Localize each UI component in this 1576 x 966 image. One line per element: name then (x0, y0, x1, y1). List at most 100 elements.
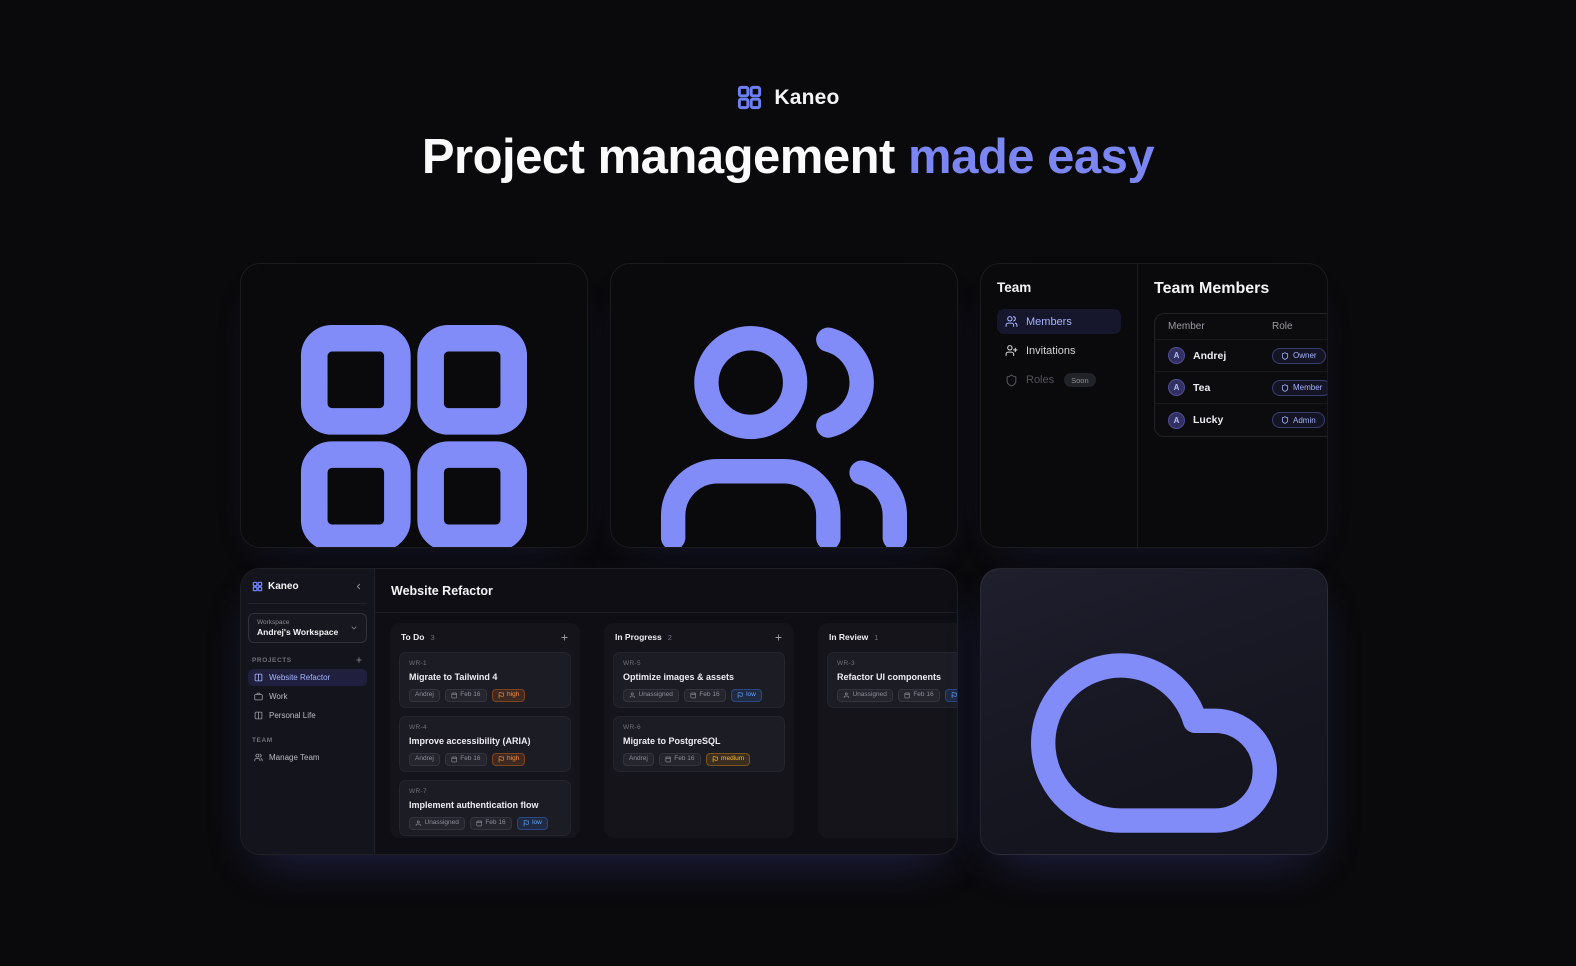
column-name: In Progress (615, 632, 662, 642)
card-kanban-app: Kaneo Workspace Andrej's Workspace PROJE… (240, 568, 958, 855)
task-title: Improve accessibility (ARIA) (409, 736, 561, 746)
team-nav-members[interactable]: Members (997, 309, 1121, 334)
calendar-icon (451, 692, 458, 699)
shield-icon (1281, 384, 1289, 392)
page-title-accent: made easy (908, 130, 1154, 184)
column-header: To Do 3 (399, 632, 571, 642)
role-badge: Member (1272, 380, 1328, 396)
add-task-button[interactable] (560, 633, 569, 642)
cloud-icon (1021, 610, 1287, 855)
sidebar-item-website-refactor[interactable]: Website Refactor (248, 669, 367, 686)
priority-chip: high (492, 753, 526, 766)
team-sidebar-title: Team (997, 280, 1121, 295)
task-id: WR-6 (623, 724, 775, 731)
kaneo-logo-icon (252, 581, 263, 592)
task-title: Implement authentication flow (409, 800, 561, 810)
task-id: WR-5 (623, 660, 775, 667)
add-project-button[interactable] (355, 656, 363, 664)
column-in-progress: In Progress 2 WR-5 Optimize images & ass… (604, 623, 794, 838)
task-card[interactable]: WR-7 Implement authentication flow Unass… (399, 780, 571, 836)
member-name: Lucky (1193, 414, 1223, 426)
shield-icon (1281, 416, 1289, 424)
team-nav-roles: Roles Soon (997, 367, 1121, 393)
column-name: To Do (401, 632, 424, 642)
kanban-brand-row: Kaneo (248, 569, 367, 604)
priority-chip: low (517, 817, 548, 830)
flag-icon (498, 756, 505, 763)
column-header-role: Role (1272, 321, 1328, 332)
flag-icon (712, 756, 719, 763)
assignee-chip: Unassigned (837, 689, 893, 702)
soon-badge: Soon (1064, 373, 1096, 387)
task-title: Optimize images & assets (623, 672, 775, 682)
user-icon (843, 692, 850, 699)
user-icon (629, 692, 636, 699)
calendar-icon (904, 692, 911, 699)
project-label: Website Refactor (269, 673, 330, 682)
column-name: In Review (829, 632, 868, 642)
assignee-chip: Unassigned (409, 817, 465, 830)
priority-chip: high (492, 689, 526, 702)
sidebar-item-work[interactable]: Work (248, 688, 367, 705)
flag-icon (737, 692, 744, 699)
board-icon (254, 673, 263, 682)
task-card[interactable]: WR-4 Improve accessibility (ARIA) Andrej… (399, 716, 571, 772)
kanban-brand-name: Kaneo (268, 581, 349, 592)
team-nav-label: Roles (1026, 374, 1054, 386)
task-card[interactable]: WR-5 Optimize images & assets Unassigned… (613, 652, 785, 708)
due-date-chip: Feb 16 (684, 689, 726, 702)
task-id: WR-7 (409, 788, 561, 795)
team-members-table: Member Role A Andrej Owner (1154, 313, 1328, 437)
page-title-main: Project management (422, 130, 895, 184)
add-task-button[interactable] (774, 633, 783, 642)
sidebar-item-personal-life[interactable]: Personal Life (248, 707, 367, 724)
task-id: WR-3 (837, 660, 957, 667)
briefcase-icon (254, 692, 263, 701)
role-badge: Owner (1272, 348, 1326, 364)
role-badge: Admin (1272, 412, 1325, 428)
assignee-chip: Andrej (409, 689, 440, 702)
avatar: A (1168, 412, 1185, 429)
feature-grid: Visual Task Management Organize tasks wi… (240, 263, 1328, 855)
table-row: A Tea Member (1155, 372, 1328, 404)
team-nav-invitations[interactable]: Invitations (997, 338, 1121, 363)
task-card[interactable]: WR-6 Migrate to PostgreSQL Andrej Feb 16… (613, 716, 785, 772)
task-card[interactable]: WR-3 Refactor UI components Unassigned F… (827, 652, 957, 708)
workspace-selector[interactable]: Workspace Andrej's Workspace (248, 613, 367, 643)
page-title: Project management made easy (0, 129, 1576, 185)
task-card[interactable]: WR-1 Migrate to Tailwind 4 Andrej Feb 16… (399, 652, 571, 708)
users-icon (1005, 315, 1018, 328)
due-date-chip: Feb 16 (470, 817, 512, 830)
due-date-chip: Feb 16 (445, 689, 487, 702)
brand-row: Kaneo (0, 84, 1576, 111)
column-count: 3 (430, 633, 560, 642)
team-sidebar: Team Members Invitations Roles Soon (981, 264, 1138, 547)
team-nav-label: Members (1026, 316, 1072, 328)
priority-chip: low (945, 689, 957, 702)
task-title: Migrate to Tailwind 4 (409, 672, 561, 682)
flag-icon (523, 820, 530, 827)
table-row: A Lucky Admin (1155, 404, 1328, 436)
users-icon (651, 305, 917, 548)
assignee-chip: Unassigned (623, 689, 679, 702)
task-title: Migrate to PostgreSQL (623, 736, 775, 746)
flag-icon (951, 692, 957, 699)
calendar-icon (451, 756, 458, 763)
board-icon (254, 711, 263, 720)
sidebar-item-manage-team[interactable]: Manage Team (248, 749, 367, 766)
user-plus-icon (1005, 344, 1018, 357)
users-icon (254, 753, 263, 762)
chevron-left-icon[interactable] (354, 582, 363, 591)
team-nav-label: Invitations (1026, 345, 1076, 357)
column-header: In Progress 2 (613, 632, 785, 642)
workspace-label: Workspace (257, 619, 350, 626)
task-title: Refactor UI components (837, 672, 957, 682)
kaneo-logo-icon (736, 84, 763, 111)
assignee-chip: Andrej (623, 753, 654, 766)
board-title: Website Refactor (391, 584, 493, 598)
projects-label: PROJECTS (252, 657, 292, 664)
priority-chip: low (731, 689, 762, 702)
board-columns: To Do 3 WR-1 Migrate to Tailwind 4 Andre… (375, 613, 957, 854)
kanban-sidebar: Kaneo Workspace Andrej's Workspace PROJE… (241, 569, 375, 854)
column-count: 2 (668, 633, 774, 642)
